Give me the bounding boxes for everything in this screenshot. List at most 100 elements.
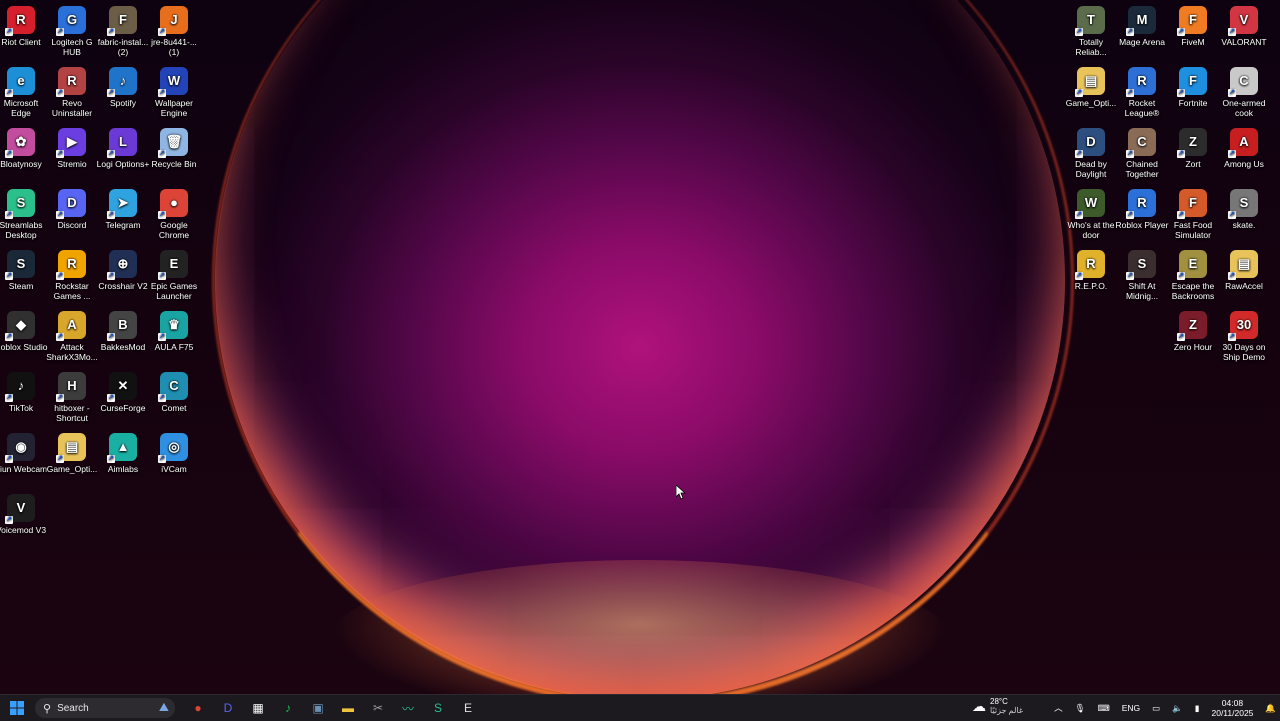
store-icon[interactable]: ▦ [246,697,270,719]
desktop-icon-wallpaper-engine[interactable]: W ↗ Wallpaper Engine [149,63,199,121]
desktop-icon-label: Roblox Studio [0,342,48,352]
shortcut-arrow-icon: ↗ [158,89,166,97]
desktop-icon-among-us[interactable]: A ↗ Among Us [1219,124,1269,182]
epic-icon[interactable]: E [456,697,480,719]
desktop-icon-steam[interactable]: S ↗ Steam [0,246,46,304]
spotify-icon[interactable]: ♪ [276,697,300,719]
r-e-p-o-icon: R ↗ [1075,250,1105,280]
shortcut-arrow-icon: ↗ [1075,150,1083,158]
microphone-icon[interactable]: 🎙 [1075,703,1086,714]
desktop-icon-aula-f75[interactable]: ♛ ↗ AULA F75 [149,307,199,365]
desktop-icon-roblox-player[interactable]: R ↗ Roblox Player [1116,185,1168,243]
desktop-icon-stremio[interactable]: ▶ ↗ Stremio [47,124,97,182]
discord-icon[interactable]: D [216,697,240,719]
desktop-icon-google-chrome[interactable]: ● ↗ Google Chrome [149,185,199,243]
shortcut-arrow-icon: ↗ [1177,272,1185,280]
desktop-icon-valorant[interactable]: V ↗ VALORANT [1219,2,1269,60]
desktop-icon-fast-food-simulator[interactable]: F ↗ Fast Food Simulator [1168,185,1218,243]
shortcut-arrow-icon: ↗ [1228,211,1236,219]
desktop-icon-rocket-league[interactable]: R ↗ Rocket League® [1117,63,1167,121]
desktop-icon-game-opti[interactable]: ▤ ↗ Game_Opti... [47,429,97,487]
volume-icon[interactable]: 🔈 [1172,703,1183,714]
desktop-icon-chained-together[interactable]: C ↗ Chained Together [1117,124,1167,182]
desktop-icon-fivem[interactable]: F ↗ FiveM [1168,2,1218,60]
desktop-icon-one-armed-cook[interactable]: C ↗ One-armed cook [1219,63,1269,121]
desktop-icon-microsoft-edge[interactable]: e ↗ Microsoft Edge [0,63,46,121]
desktop-icon-streamlabs-desktop[interactable]: S ↗ Streamlabs Desktop [0,185,46,243]
shortcut-arrow-icon: ↗ [1075,272,1083,280]
desktop-icon-ivcam[interactable]: ◎ ↗ iVCam [149,429,199,487]
taskbar-search-box[interactable]: ⚲ Search ⛰ [35,698,175,718]
desktop-icon-curseforge[interactable]: ✕ ↗ CurseForge [98,368,148,426]
fivem-icon: F ↗ [1177,6,1207,36]
desktop-icon-epic-games-launcher[interactable]: E ↗ Epic Games Launcher [149,246,199,304]
streamlabs-icon[interactable]: S [426,697,450,719]
desktop-icon-label: Discord [57,220,87,230]
roblox-player-icon: R ↗ [1126,189,1156,219]
notification-icon[interactable]: 🔔 [1265,703,1276,714]
desktop-icon-mage-arena[interactable]: M ↗ Mage Arena [1117,2,1167,60]
desktop-icon-zort[interactable]: Z ↗ Zort [1168,124,1218,182]
desktop-icon-attack-sharkx3mo[interactable]: A ↗ Attack SharkX3Mo... [46,307,98,365]
voicemod-icon[interactable]: 〰 [396,697,420,719]
desktop-icon-jre-8u441-1[interactable]: J ↗ jre-8u441-... (1) [149,2,199,60]
desktop-icon-game-opti[interactable]: ▤ ↗ Game_Opti... [1066,63,1116,121]
desktop-icon-zero-hour[interactable]: Z ↗ Zero Hour [1168,307,1218,365]
tray-overflow-icon[interactable]: ︿ [1054,702,1063,714]
desktop-icon-fortnite[interactable]: F ↗ Fortnite [1168,63,1218,121]
keyboard-icon[interactable]: ⌨ [1097,703,1109,714]
desktop-icon-rawaccel[interactable]: ▤ ↗ RawAccel [1219,246,1269,304]
desktop-icon-label: Aimlabs [107,464,139,474]
desktop-icon-tiktok[interactable]: ♪ ↗ TikTok [0,368,46,426]
start-button[interactable] [6,697,28,719]
desktop-icon-dead-by-daylight[interactable]: D ↗ Dead by Daylight [1066,124,1116,182]
weather-icon: ☁ [972,697,986,714]
desktop-icon-iriun-webcam[interactable]: ◉ ↗ Iriun Webcam [0,429,47,487]
clock[interactable]: 04:08 20/11/2025 [1211,698,1253,718]
file-explorer-icon[interactable]: ▬ [336,697,360,719]
desktop-icon-rockstar-games[interactable]: R ↗ Rockstar Games ... [47,246,97,304]
desktop-icon-bloatynosy[interactable]: ✿ ↗ Bloatynosy [0,124,46,182]
desktop-icon-fabric-instal-2[interactable]: F ↗ fabric-instal... (2) [98,2,148,60]
desktop-icon-label: One-armed cook [1222,98,1266,118]
desktop-icon-spotify[interactable]: ♪ ↗ Spotify [98,63,148,121]
desktop-icon-revo-uninstaller[interactable]: R ↗ Revo Uninstaller [47,63,97,121]
snipping-icon[interactable]: ✂ [366,697,390,719]
one-armed-cook-icon: C ↗ [1228,67,1258,97]
battery-icon[interactable]: ▮ [1195,703,1200,714]
desktop-icon-voicemod-v3[interactable]: V ↗ Voicemod V3 [0,490,46,548]
desktop-icon-logitech-g-hub[interactable]: G ↗ Logitech G HUB [47,2,97,60]
fast-food-simulator-icon: F ↗ [1177,189,1207,219]
task-app-icon[interactable]: ▣ [306,697,330,719]
desktop-icon-who-s-at-the-door[interactable]: W ↗ Who's at the door [1066,185,1116,243]
desktop-icon-riot-client[interactable]: R ↗ Riot Client [0,2,46,60]
jre-8u441-1-icon: J ↗ [158,6,188,36]
desktop-icon-logi-options[interactable]: L ↗ Logi Options+ [97,124,149,182]
desktop-icon-shift-at-midnig[interactable]: S ↗ Shift At Midnig... [1117,246,1167,304]
desktop-icon-hitboxer-shortcut[interactable]: H ↗ hitboxer - Shortcut [47,368,97,426]
desktop-icon-30-days-on-ship-demo[interactable]: 30 ↗ 30 Days on Ship Demo [1219,307,1269,365]
desktop-icon-telegram[interactable]: ➤ ↗ Telegram [98,185,148,243]
weather-widget[interactable]: ☁ 28°C غالم جزئيًا [972,697,1023,715]
desktop-icon-label: Google Chrome [158,220,190,240]
desktop-icon-r-e-p-o[interactable]: R ↗ R.E.P.O. [1066,246,1116,304]
language-indicator[interactable]: ENG [1122,703,1140,713]
desktop-icon-label: Microsoft Edge [3,98,39,118]
desktop-icon-recycle-bin[interactable]: 🗑 ↗ Recycle Bin [149,124,199,182]
desktop-icon-totally-reliab[interactable]: T ↗ Totally Reliab... [1066,2,1116,60]
desktop-icon-skate[interactable]: S ↗ skate. [1219,185,1269,243]
chrome-icon[interactable]: ● [186,697,210,719]
desktop-icon-aimlabs[interactable]: ▲ ↗ Aimlabs [98,429,148,487]
desktop-icon-label: Steam [8,281,34,291]
desktop-icon-comet[interactable]: C ↗ Comet [149,368,199,426]
network-icon[interactable]: ▭ [1152,703,1160,714]
desktop-icon-discord[interactable]: D ↗ Discord [47,185,97,243]
epic-games-launcher-icon: E ↗ [158,250,188,280]
shortcut-arrow-icon: ↗ [5,89,13,97]
desktop-icon-escape-the-backrooms[interactable]: E ↗ Escape the Backrooms [1168,246,1218,304]
shortcut-arrow-icon: ↗ [1075,89,1083,97]
desktop-icon-crosshair-v2[interactable]: ⊕ ↗ Crosshair V2 [98,246,148,304]
desktop-icon-roblox-studio[interactable]: ◆↗Roblox Studio [0,307,48,365]
desktop-icon-label: Wallpaper Engine [155,98,193,118]
desktop-icon-bakkesmod[interactable]: B ↗ BakkesMod [98,307,148,365]
